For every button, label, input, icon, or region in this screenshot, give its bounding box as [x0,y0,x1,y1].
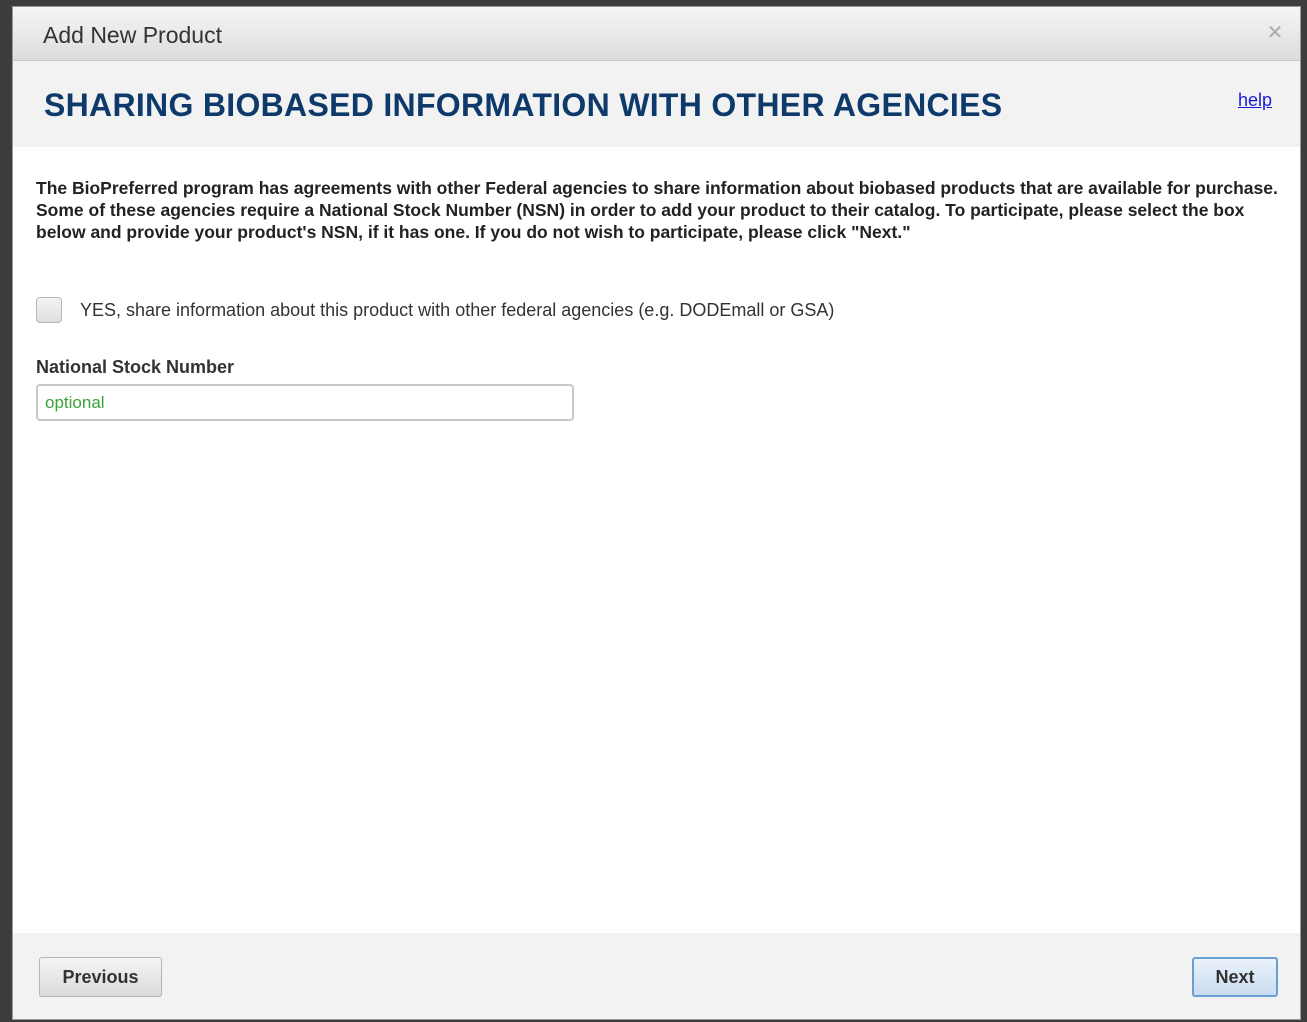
nsn-input[interactable] [36,384,574,421]
share-checkbox-row: YES, share information about this produc… [36,297,834,323]
dialog-titlebar: Add New Product ✕ [13,7,1300,61]
intro-text: The BioPreferred program has agreements … [36,178,1278,242]
dialog-content: The BioPreferred program has agreements … [36,177,1281,421]
help-link[interactable]: help [1238,90,1272,111]
add-product-dialog: Add New Product ✕ SHARING BIOBASED INFOR… [12,6,1301,1020]
share-checkbox-label[interactable]: YES, share information about this produc… [80,300,834,321]
close-icon[interactable]: ✕ [1264,21,1286,43]
share-checkbox[interactable] [36,297,62,323]
section-header: SHARING BIOBASED INFORMATION WITH OTHER … [13,61,1300,147]
dialog-footer: Previous Next [13,933,1300,1019]
nsn-label: National Stock Number [36,357,235,377]
dialog-title: Add New Product [43,22,222,48]
section-title: SHARING BIOBASED INFORMATION WITH OTHER … [44,87,1003,123]
previous-button[interactable]: Previous [39,957,162,997]
next-button[interactable]: Next [1192,957,1278,997]
